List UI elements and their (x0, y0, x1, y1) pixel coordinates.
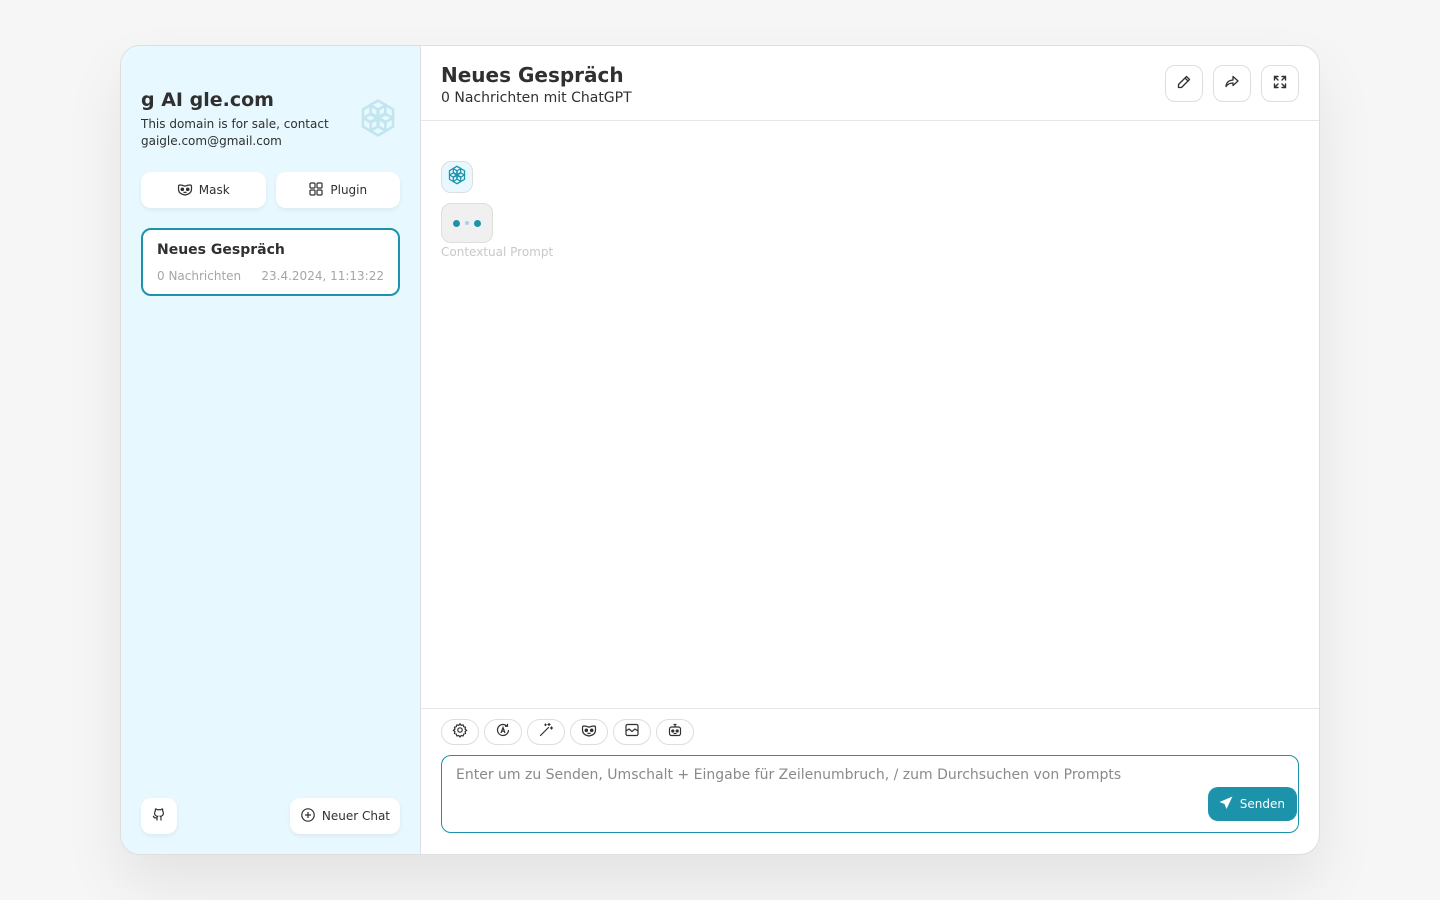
plugin-button-label: Plugin (330, 183, 368, 197)
loading-bubble (441, 203, 493, 243)
magic-wand-icon (538, 722, 554, 742)
openai-logo-icon (446, 164, 468, 190)
header-actions (1165, 65, 1299, 102)
message-input[interactable] (456, 767, 1284, 821)
github-button[interactable] (141, 798, 177, 834)
github-icon (151, 806, 167, 826)
openai-logo-icon (356, 96, 400, 140)
loading-dot (453, 219, 460, 227)
maximize-icon (1272, 74, 1288, 94)
mask-icon (177, 181, 193, 200)
break-icon (624, 722, 640, 742)
robot-icon (667, 722, 683, 742)
sidebar-actions: Mask Plugin (141, 172, 400, 208)
sidebar-footer: Neuer Chat (141, 798, 400, 834)
share-icon (1224, 74, 1240, 94)
edit-icon (1176, 74, 1192, 94)
chat-item-count: 0 Nachrichten (157, 269, 242, 283)
chat-item-date: 23.4.2024, 11:13:22 (261, 269, 384, 283)
app-subtitle: This domain is for sale, contact gaigle.… (141, 117, 329, 148)
clear-context-button[interactable] (613, 719, 651, 745)
send-button[interactable]: Senden (1207, 787, 1297, 821)
mask-icon (581, 722, 597, 742)
bot-avatar (441, 161, 473, 193)
settings-button[interactable] (441, 719, 479, 745)
add-icon (300, 807, 316, 826)
new-chat-button[interactable]: Neuer Chat (289, 798, 400, 834)
message-input-container: Senden (441, 755, 1299, 833)
sidebar: g AI gle.com This domain is for sale, co… (121, 46, 421, 854)
new-chat-label: Neuer Chat (321, 809, 390, 823)
auto-theme-icon (495, 722, 511, 742)
app-window: g AI gle.com This domain is for sale, co… (120, 45, 1320, 855)
chat-item-title: Neues Gespräch (157, 242, 285, 258)
chat-header: Neues Gespräch 0 Nachrichten mit ChatGPT (421, 46, 1319, 121)
model-button[interactable] (656, 719, 694, 745)
plugin-icon (308, 181, 324, 200)
mask-button[interactable]: Mask (141, 172, 266, 208)
share-button[interactable] (1213, 65, 1251, 102)
composer: Senden (421, 708, 1319, 854)
plugin-button[interactable]: Plugin (275, 172, 400, 208)
rename-button[interactable] (1165, 65, 1203, 102)
contextual-prompt-label: Contextual Prompt (441, 245, 554, 259)
chat-list-item[interactable]: Neues Gespräch 0 Nachrichten 23.4.2024, … (141, 228, 400, 296)
fullscreen-button[interactable] (1261, 65, 1299, 102)
auto-theme-button[interactable] (484, 719, 522, 745)
sidebar-header: g AI gle.com This domain is for sale, co… (141, 88, 400, 150)
message-list: Contextual Prompt (421, 121, 1319, 708)
masks-button[interactable] (570, 719, 608, 745)
gear-icon (452, 722, 468, 742)
mask-button-label: Mask (198, 183, 230, 197)
send-button-label: Senden (1239, 797, 1285, 811)
chat-item-meta: 0 Nachrichten 23.4.2024, 11:13:22 (157, 269, 384, 283)
composer-toolbar (441, 719, 1299, 745)
loading-dot (465, 221, 469, 225)
chat-panel: Neues Gespräch 0 Nachrichten mit ChatGPT (421, 46, 1319, 854)
loading-dot (474, 219, 481, 227)
prompt-button[interactable] (527, 719, 565, 745)
send-icon (1218, 795, 1234, 814)
